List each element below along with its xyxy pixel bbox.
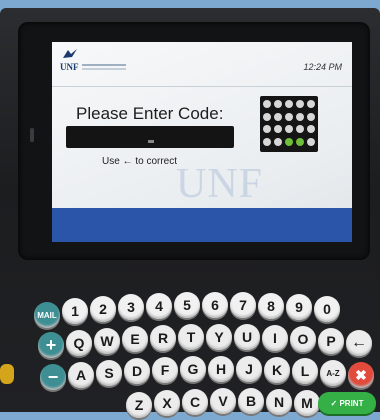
key-f[interactable]: F bbox=[152, 357, 178, 383]
keypad-print-dot-icon bbox=[295, 137, 304, 146]
page-title: Please Enter Code: bbox=[76, 104, 224, 123]
key-2[interactable]: 2 bbox=[90, 296, 116, 322]
key-5[interactable]: 5 bbox=[174, 292, 200, 318]
status-light bbox=[30, 128, 34, 142]
keypad-dot-icon bbox=[284, 100, 293, 108]
touch-screen: UNF 12:24 PM Please Enter Code: Use ← to… bbox=[52, 42, 352, 242]
key-d[interactable]: D bbox=[124, 358, 150, 384]
key-3[interactable]: 3 bbox=[118, 294, 144, 320]
key-g[interactable]: G bbox=[180, 356, 206, 382]
input-cursor bbox=[148, 140, 154, 143]
key-z[interactable]: Z bbox=[126, 392, 152, 418]
physical-keyboard: MAIL 1 2 3 4 5 6 7 8 9 0 + Q W E R T Y U… bbox=[0, 292, 380, 420]
screen-footer-bar bbox=[52, 208, 352, 242]
keypad-dot-icon bbox=[284, 125, 293, 133]
minus-key[interactable]: − bbox=[40, 364, 66, 390]
key-4[interactable]: 4 bbox=[146, 293, 172, 319]
key-7[interactable]: 7 bbox=[230, 292, 256, 318]
clock: 12:24 PM bbox=[303, 62, 342, 72]
key-e[interactable]: E bbox=[122, 326, 148, 352]
key-j[interactable]: J bbox=[236, 356, 262, 382]
key-h[interactable]: H bbox=[208, 356, 234, 382]
keypad-dot-icon bbox=[306, 112, 315, 121]
keypad-illustration bbox=[260, 96, 318, 152]
backspace-key[interactable]: ← bbox=[346, 330, 372, 356]
key-m[interactable]: M bbox=[294, 390, 320, 416]
keypad-dot-icon bbox=[263, 112, 272, 121]
keypad-dot-icon bbox=[263, 137, 272, 146]
key-6[interactable]: 6 bbox=[202, 292, 228, 318]
clear-icon[interactable]: ✖ bbox=[348, 362, 374, 388]
key-s[interactable]: S bbox=[96, 360, 122, 386]
key-n[interactable]: N bbox=[266, 389, 292, 415]
key-1[interactable]: 1 bbox=[62, 298, 88, 324]
key-x[interactable]: X bbox=[154, 390, 180, 416]
keypad-dot-icon bbox=[295, 112, 304, 121]
keypad-dot-icon bbox=[295, 100, 304, 108]
keypad-dot-icon bbox=[306, 125, 315, 133]
screen-header: UNF 12:24 PM bbox=[52, 42, 352, 87]
key-l[interactable]: L bbox=[292, 358, 318, 384]
key-a-z[interactable]: A-Z bbox=[320, 360, 346, 386]
keypad-dot-icon bbox=[274, 112, 283, 121]
key-v[interactable]: V bbox=[210, 388, 236, 414]
osprey-logo-icon bbox=[63, 49, 77, 58]
key-t[interactable]: T bbox=[178, 324, 204, 350]
key-0[interactable]: 0 bbox=[314, 296, 340, 322]
key-k[interactable]: K bbox=[264, 357, 290, 383]
key-p[interactable]: P bbox=[318, 328, 344, 354]
key-u[interactable]: U bbox=[234, 324, 260, 350]
correction-hint: Use ← to correct bbox=[102, 156, 178, 167]
mail-key[interactable]: MAIL bbox=[34, 302, 60, 328]
key-c[interactable]: C bbox=[182, 389, 208, 415]
key-r[interactable]: R bbox=[150, 325, 176, 351]
print-button[interactable]: ✓ PRINT bbox=[318, 392, 376, 414]
key-8[interactable]: 8 bbox=[258, 293, 284, 319]
yellow-side-key[interactable] bbox=[0, 364, 14, 384]
key-y[interactable]: Y bbox=[206, 324, 232, 350]
keypad-dot-icon bbox=[306, 100, 315, 108]
key-w[interactable]: W bbox=[94, 328, 120, 354]
logo-subtitle-lines bbox=[82, 64, 126, 66]
code-input[interactable] bbox=[66, 126, 234, 148]
keypad-dot-icon bbox=[263, 125, 272, 133]
key-q[interactable]: Q bbox=[66, 330, 92, 356]
logo-text: UNF bbox=[60, 62, 79, 72]
keypad-dot-icon bbox=[295, 125, 304, 133]
plus-key[interactable]: + bbox=[38, 332, 64, 358]
keypad-dot-icon bbox=[274, 137, 283, 146]
keypad-dot-icon bbox=[274, 125, 283, 133]
keypad-dot-icon bbox=[284, 112, 293, 121]
key-i[interactable]: I bbox=[262, 325, 288, 351]
key-a[interactable]: A bbox=[68, 362, 94, 388]
key-9[interactable]: 9 bbox=[286, 294, 312, 320]
print-release-kiosk: UNF 12:24 PM Please Enter Code: Use ← to… bbox=[0, 8, 380, 418]
key-b[interactable]: B bbox=[238, 388, 264, 414]
keypad-print-dot-icon bbox=[284, 137, 293, 146]
keypad-dot-icon bbox=[306, 137, 315, 146]
keypad-dot-icon bbox=[263, 100, 272, 108]
unf-watermark: UNF bbox=[176, 161, 264, 207]
key-o[interactable]: O bbox=[290, 326, 316, 352]
keypad-dot-icon bbox=[274, 100, 283, 108]
